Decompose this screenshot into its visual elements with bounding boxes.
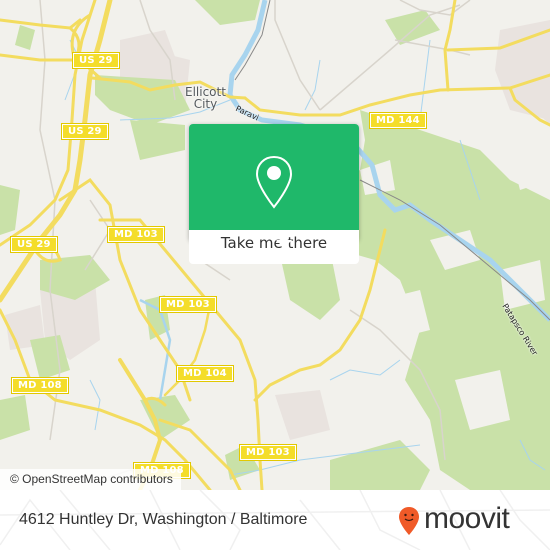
destination-address: 4612 Huntley Dr, Washington / Baltimore [19,511,308,528]
map-attribution[interactable]: © OpenStreetMap contributors [0,469,181,490]
footer: 4612 Huntley Dr, Washington / Baltimore … [0,490,550,550]
route-shield-md144: MD 144 [369,112,427,129]
place-label-ellicott-city: Ellicott City [185,86,226,110]
take-me-there-button[interactable]: Take me there [189,230,359,264]
route-shield-md103: MD 103 [107,226,165,243]
route-shield-md108: MD 108 [11,377,69,394]
route-shield-us29: US 29 [72,52,120,69]
route-shield-us29: US 29 [61,123,109,140]
moovit-wordmark: moovit [424,502,510,535]
route-shield-md103: MD 103 [239,444,297,461]
route-shield-md104: MD 104 [176,365,234,382]
route-shield-md103: MD 103 [159,296,217,313]
popup-pointer [276,240,292,248]
place-label-line: City [193,97,218,111]
route-shield-us29: US 29 [10,236,58,253]
destination-popup: Take me there [189,124,359,264]
popup-header [189,124,359,230]
location-pin-icon [255,155,293,209]
moovit-smiley-pin-icon [399,507,419,535]
